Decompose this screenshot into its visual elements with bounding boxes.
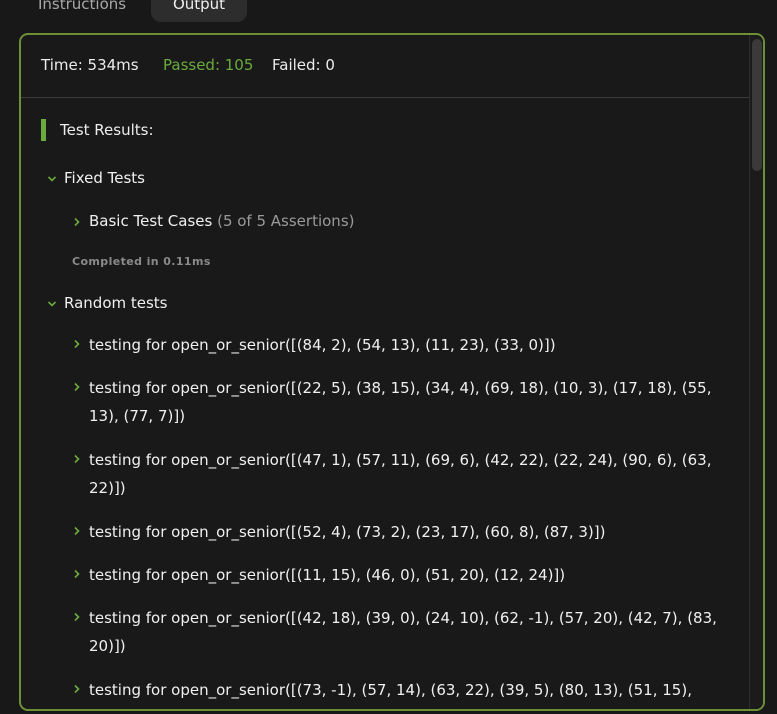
chevron-right-icon [74,339,80,349]
completed-time: Completed in 0.11ms [72,255,211,268]
assertion-count: (5 of 5 Assertions) [217,212,355,230]
tab-instructions[interactable]: Instructions [38,0,126,22]
test-item[interactable]: testing for open_or_senior([(84, 2), (54… [72,331,732,359]
test-item[interactable]: testing for open_or_senior([(47, 1), (57… [72,446,732,502]
chevron-right-icon [74,217,80,227]
test-item[interactable]: testing for open_or_senior([(22, 5), (38… [72,374,732,430]
chevron-right-icon [74,684,80,694]
test-item[interactable]: testing for open_or_senior([(52, 4), (73… [72,518,732,546]
group-label: Fixed Tests [64,169,145,187]
summary-bar: Time: 534ms Passed: 105 Failed: 0 [21,35,751,98]
chevron-right-icon [74,612,80,622]
chevron-right-icon [74,454,80,464]
test-item-label: Basic Test Cases (5 of 5 Assertions) [89,212,355,230]
test-item[interactable]: testing for open_or_senior([(11, 15), (4… [72,561,732,589]
chevron-right-icon [74,526,80,536]
test-item-label: testing for open_or_senior([(47, 1), (57… [89,451,712,497]
test-item-label: testing for open_or_senior([(84, 2), (54… [89,336,556,354]
chevron-right-icon [74,569,80,579]
results-title: Test Results: [60,121,154,139]
chevron-down-icon [47,301,57,307]
chevron-right-icon [74,382,80,392]
results-accent-bar [41,119,46,141]
test-item[interactable]: testing for open_or_senior([(42, 18), (3… [72,604,732,660]
tab-bar: Instructions Output [0,0,777,22]
scrollbar[interactable] [749,35,763,709]
test-item-label: testing for open_or_senior([(73, -1), (5… [89,681,692,699]
test-item-label: testing for open_or_senior([(11, 15), (4… [89,566,566,584]
test-item-label: testing for open_or_senior([(42, 18), (3… [89,609,717,655]
group-label: Random tests [64,294,168,312]
test-item-label: testing for open_or_senior([(52, 4), (73… [89,523,606,541]
passed-stat: Passed: 105 [163,56,254,74]
scrollbar-thumb[interactable] [752,39,762,171]
failed-stat: Failed: 0 [272,56,335,74]
tab-output[interactable]: Output [151,0,247,22]
chevron-down-icon [47,176,57,182]
output-panel: Time: 534ms Passed: 105 Failed: 0 Test R… [19,33,765,711]
test-item[interactable]: testing for open_or_senior([(73, -1), (5… [72,676,732,704]
test-item-label: testing for open_or_senior([(22, 5), (38… [89,379,712,425]
time-stat: Time: 534ms [41,56,139,74]
